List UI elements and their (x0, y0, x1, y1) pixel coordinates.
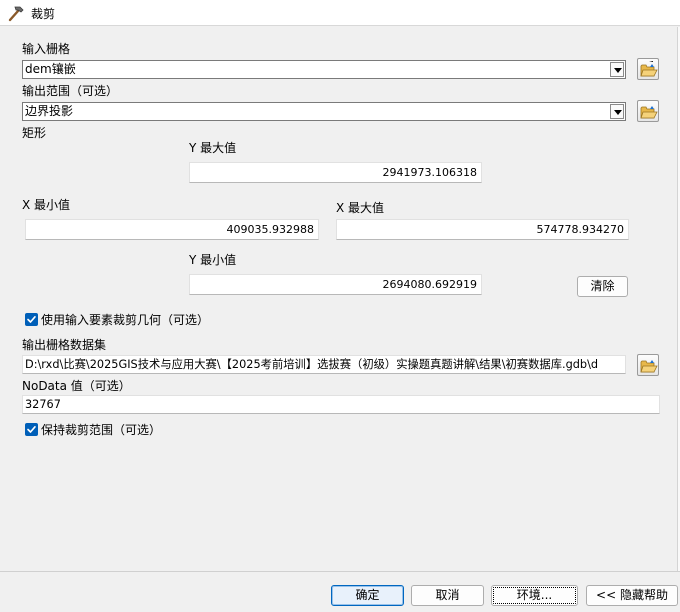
y-min-field[interactable]: 2694080.692919 (189, 274, 482, 295)
title-bar: 裁剪 (0, 0, 680, 26)
open-folder-icon (640, 106, 658, 119)
output-raster-value: D:\rxd\比赛\2025GIS技术与应用大赛\【2025考前培训】选拔赛（初… (25, 358, 599, 371)
checkmark-icon (27, 316, 36, 323)
output-extent-label: 输出范围（可选） (22, 84, 119, 98)
clear-button[interactable]: 清除 (577, 276, 628, 297)
browse-output-extent-button[interactable] (637, 100, 659, 122)
x-min-label: X 最小值 (22, 198, 71, 212)
x-max-label: X 最大值 (336, 201, 385, 215)
y-max-label: Y 最大值 (189, 141, 237, 155)
browse-input-raster-button[interactable] (637, 58, 659, 80)
input-raster-select[interactable]: dem镶嵌 (22, 60, 626, 79)
window-title: 裁剪 (31, 7, 56, 21)
input-raster-value: dem镶嵌 (25, 62, 76, 76)
rectangle-label: 矩形 (22, 126, 47, 140)
open-folder-icon (640, 360, 658, 373)
nodata-value: 32767 (25, 398, 61, 411)
use-input-geometry-label[interactable]: 使用输入要素裁剪几何（可选） (41, 313, 209, 327)
maintain-extent-label[interactable]: 保持裁剪范围（可选） (41, 423, 161, 437)
ok-button[interactable]: 确定 (331, 585, 404, 606)
chevron-down-icon[interactable] (610, 62, 624, 77)
use-input-geometry-checkbox[interactable] (25, 313, 38, 326)
x-min-field[interactable]: 409035.932988 (25, 219, 319, 240)
environments-button[interactable]: 环境... (491, 585, 578, 606)
x-min-value: 409035.932988 (226, 223, 314, 236)
checkmark-icon (27, 426, 36, 433)
output-raster-label: 输出栅格数据集 (22, 338, 107, 352)
maintain-extent-checkbox[interactable] (25, 423, 38, 436)
input-raster-label: 输入栅格 (22, 42, 71, 56)
cancel-button[interactable]: 取消 (411, 585, 484, 606)
nodata-field[interactable]: 32767 (22, 395, 660, 414)
output-extent-select[interactable]: 边界投影 (22, 102, 626, 121)
nodata-label: NoData 值（可选） (22, 379, 131, 393)
y-min-value: 2694080.692919 (382, 278, 477, 291)
y-max-field[interactable]: 2941973.106318 (189, 162, 482, 183)
x-max-value: 574778.934270 (536, 223, 624, 236)
hammer-icon (7, 4, 25, 22)
y-min-label: Y 最小值 (189, 253, 237, 267)
browse-output-raster-button[interactable] (637, 354, 659, 376)
chevron-down-icon[interactable] (610, 104, 624, 119)
output-raster-field[interactable]: D:\rxd\比赛\2025GIS技术与应用大赛\【2025考前培训】选拔赛（初… (22, 355, 626, 374)
x-max-field[interactable]: 574778.934270 (336, 219, 629, 240)
open-folder-icon (640, 61, 658, 77)
y-max-value: 2941973.106318 (382, 166, 477, 179)
hide-help-button[interactable]: << 隐藏帮助 (586, 585, 678, 606)
output-extent-value: 边界投影 (25, 104, 74, 118)
